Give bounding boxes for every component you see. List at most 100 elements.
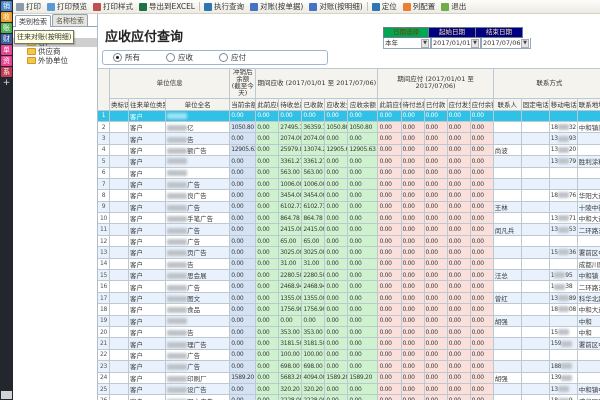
cell-prev-receivable[interactable]: 0.00: [256, 338, 279, 349]
cell-receivable-balance[interactable]: 0.00: [348, 349, 378, 360]
cell-payable-2[interactable]: 0.00: [424, 190, 447, 201]
cell-unit-name[interactable]: 手笔广告: [166, 213, 230, 224]
cell-contact[interactable]: [493, 178, 521, 189]
cell-class-flag[interactable]: [110, 258, 129, 269]
table-row[interactable]: 7客户广告0.000.001006.001006.000.000.000.000…: [98, 178, 600, 189]
cell-received[interactable]: 6102.73: [302, 201, 325, 212]
cell-receivable-occurred[interactable]: 0.00: [325, 270, 348, 281]
date-dropdown-起始日期[interactable]: 2017/01/01▼: [431, 38, 481, 49]
cell-payable-2[interactable]: 0.00: [424, 156, 447, 167]
cell-mobile[interactable]: 195: [549, 270, 577, 281]
cell-receivable-total[interactable]: 0.00: [279, 110, 302, 121]
cell-address[interactable]: 胜利涂料: [577, 156, 600, 167]
cell-unit-name[interactable]: 亿: [166, 121, 230, 132]
cell-receivable-balance[interactable]: 12905.63: [348, 144, 378, 155]
cell-class-flag[interactable]: [110, 270, 129, 281]
cell-row-number[interactable]: 26: [98, 395, 110, 400]
cell-unit-name[interactable]: 良广告: [166, 190, 230, 201]
cell-payable-2[interactable]: 0.00: [424, 292, 447, 303]
cell-address[interactable]: [577, 361, 600, 372]
cell-unit-category[interactable]: 客户: [129, 326, 166, 337]
cell-unit-category[interactable]: 客户: [129, 213, 166, 224]
cell-contact[interactable]: 尚波: [493, 144, 521, 155]
cell-unit-category[interactable]: 客户: [129, 133, 166, 144]
table-row[interactable]: 20客户告0.000.00353.00353.000.000.000.000.0…: [98, 326, 600, 337]
cell-class-flag[interactable]: [110, 224, 129, 235]
cell-prev-receivable[interactable]: 0.00: [256, 224, 279, 235]
cell-received[interactable]: 698.00: [302, 361, 325, 372]
cell-prev-receivable[interactable]: 0.00: [256, 372, 279, 383]
cell-current-balance[interactable]: 0.00: [230, 235, 256, 246]
table-row[interactable]: 18客户食品0.000.001756.901756.900.000.000.00…: [98, 304, 600, 315]
cell-received[interactable]: 2074.00: [302, 133, 325, 144]
cell-current-balance[interactable]: 0.00: [230, 281, 256, 292]
cell-prev-receivable[interactable]: 0.00: [256, 167, 279, 178]
cell-address[interactable]: 科华北路: [577, 292, 600, 303]
cell-class-flag[interactable]: [110, 247, 129, 258]
cell-mobile[interactable]: [549, 110, 577, 121]
cell-row-number[interactable]: 9: [98, 201, 110, 212]
cell-contact[interactable]: [493, 235, 521, 246]
cell-address[interactable]: 成都川陕: [577, 258, 600, 269]
cell-row-number[interactable]: 4: [98, 144, 110, 155]
cell-telephone[interactable]: [521, 383, 549, 394]
cell-unit-category[interactable]: 客户: [129, 144, 166, 155]
toolbar-button-对账(按明细)[interactable]: 对账(按明细): [306, 0, 365, 13]
cell-received[interactable]: 864.78: [302, 213, 325, 224]
cell-payable-0[interactable]: 0.00: [378, 292, 401, 303]
cell-payable-2[interactable]: 0.00: [424, 121, 447, 132]
cell-payable-1[interactable]: 0.00: [401, 361, 424, 372]
cell-payable-4[interactable]: 0.00: [470, 224, 493, 235]
cell-payable-1[interactable]: 0.00: [401, 383, 424, 394]
cell-row-number[interactable]: 21: [98, 338, 110, 349]
cell-receivable-total[interactable]: 6102.73: [279, 201, 302, 212]
cell-prev-receivable[interactable]: 0.00: [256, 281, 279, 292]
cell-received[interactable]: 0.00: [302, 110, 325, 121]
cell-mobile[interactable]: 159: [549, 338, 577, 349]
cell-receivable-total[interactable]: 3454.00: [279, 190, 302, 201]
cell-telephone[interactable]: [521, 270, 549, 281]
cell-receivable-occurred[interactable]: 0.00: [325, 235, 348, 246]
cell-payable-3[interactable]: 0.00: [447, 361, 470, 372]
cell-payable-2[interactable]: 0.00: [424, 247, 447, 258]
cell-class-flag[interactable]: [110, 383, 129, 394]
cell-receivable-occurred[interactable]: 0.00: [325, 383, 348, 394]
table-row[interactable]: 9客户广告0.000.006102.736102.730.000.000.000…: [98, 201, 600, 212]
cell-receivable-total[interactable]: 0.00: [279, 315, 302, 326]
cell-payable-3[interactable]: 0.00: [447, 190, 470, 201]
cell-payable-4[interactable]: 0.00: [470, 361, 493, 372]
cell-row-number[interactable]: 12: [98, 235, 110, 246]
cell-payable-2[interactable]: 0.00: [424, 235, 447, 246]
table-row[interactable]: 26客户图文广告0.000.002228.002228.000.000.000.…: [98, 395, 600, 400]
cell-mobile[interactable]: 1808: [549, 304, 577, 315]
cell-receivable-balance[interactable]: 0.00: [348, 201, 378, 212]
cell-contact[interactable]: 汪总: [493, 270, 521, 281]
cell-payable-1[interactable]: 0.00: [401, 292, 424, 303]
cell-contact[interactable]: [493, 167, 521, 178]
cell-payable-3[interactable]: 0.00: [447, 167, 470, 178]
table-row[interactable]: 3客户告0.000.002074.002074.000.000.000.000.…: [98, 133, 600, 144]
cell-receivable-balance[interactable]: 0.00: [348, 326, 378, 337]
cell-address[interactable]: 二环路东: [577, 281, 600, 292]
cell-payable-1[interactable]: 0.00: [401, 133, 424, 144]
cell-current-balance[interactable]: 0.00: [230, 326, 256, 337]
cell-prev-receivable[interactable]: 0.00: [256, 361, 279, 372]
cell-payable-4[interactable]: 0.00: [470, 395, 493, 400]
cell-address[interactable]: 中和大道: [577, 213, 600, 224]
cell-receivable-total[interactable]: 3181.50: [279, 338, 302, 349]
cell-payable-2[interactable]: 0.00: [424, 201, 447, 212]
cell-telephone[interactable]: [521, 121, 549, 132]
cell-mobile[interactable]: 1371: [549, 213, 577, 224]
cell-unit-category[interactable]: 客户: [129, 281, 166, 292]
cell-current-balance[interactable]: 0.00: [230, 167, 256, 178]
cell-prev-receivable[interactable]: 0.00: [256, 235, 279, 246]
cell-telephone[interactable]: [521, 349, 549, 360]
cell-address[interactable]: [577, 110, 600, 121]
cell-row-number[interactable]: 22: [98, 349, 110, 360]
cell-prev-receivable[interactable]: 0.00: [256, 121, 279, 132]
module-icon-系[interactable]: 系: [1, 67, 12, 77]
cell-payable-2[interactable]: 0.00: [424, 281, 447, 292]
cell-prev-receivable[interactable]: 0.00: [256, 270, 279, 281]
cell-unit-name[interactable]: 食品: [166, 304, 230, 315]
cell-received[interactable]: 1006.00: [302, 178, 325, 189]
